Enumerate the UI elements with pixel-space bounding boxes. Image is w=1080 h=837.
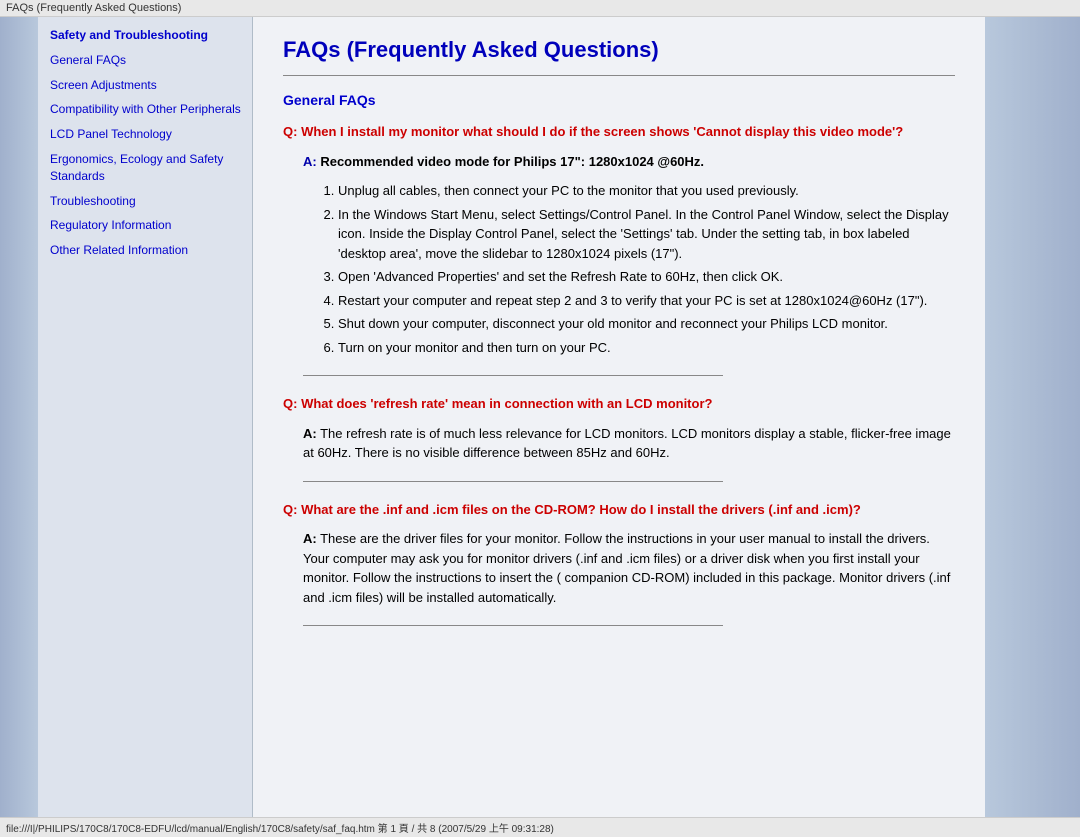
q-label: Q:: [283, 124, 297, 139]
section-divider-1: [303, 375, 723, 376]
answer-list-1: Unplug all cables, then connect your PC …: [338, 181, 955, 357]
list-item: Open 'Advanced Properties' and set the R…: [338, 267, 955, 287]
sidebar-item-compatibility[interactable]: Compatibility with Other Peripherals: [50, 101, 242, 118]
sidebar-item-other[interactable]: Other Related Information: [50, 242, 242, 259]
question-2: Q: What does 'refresh rate' mean in conn…: [283, 394, 955, 414]
list-item: Shut down your computer, disconnect your…: [338, 314, 955, 334]
main-content: FAQs (Frequently Asked Questions) Genera…: [253, 17, 985, 817]
list-item: Unplug all cables, then connect your PC …: [338, 181, 955, 201]
list-item: Restart your computer and repeat step 2 …: [338, 291, 955, 311]
a-label: A:: [303, 154, 317, 169]
sidebar-item-regulatory[interactable]: Regulatory Information: [50, 217, 242, 234]
sidebar-item-troubleshooting[interactable]: Troubleshooting: [50, 193, 242, 210]
status-bar-text: file:///I|/PHILIPS/170C8/170C8-EDFU/lcd/…: [6, 824, 554, 835]
section-divider-3: [303, 625, 723, 626]
sidebar-item-safety[interactable]: Safety and Troubleshooting: [50, 27, 242, 44]
title-bar: FAQs (Frequently Asked Questions): [0, 0, 1080, 17]
q-label: Q:: [283, 502, 297, 517]
sidebar-item-screen-adjustments[interactable]: Screen Adjustments: [50, 77, 242, 94]
right-bar: [985, 17, 1080, 817]
sidebar-item-lcd-panel[interactable]: LCD Panel Technology: [50, 126, 242, 143]
a-label: A:: [303, 531, 317, 546]
sidebar-item-general-faqs[interactable]: General FAQs: [50, 52, 242, 69]
list-item: In the Windows Start Menu, select Settin…: [338, 205, 955, 264]
answer-text-3: A: These are the driver files for your m…: [303, 529, 955, 607]
answer-text-2: A: The refresh rate is of much less rele…: [303, 424, 955, 463]
title-divider: [283, 75, 955, 76]
section-heading: General FAQs: [283, 92, 955, 108]
status-bar: file:///I|/PHILIPS/170C8/170C8-EDFU/lcd/…: [0, 817, 1080, 837]
sidebar-item-ergonomics[interactable]: Ergonomics, Ecology and Safety Standards: [50, 151, 242, 185]
page-title: FAQs (Frequently Asked Questions): [283, 37, 955, 63]
sidebar: Safety and Troubleshooting General FAQs Sc…: [38, 17, 253, 817]
left-bar: [0, 17, 38, 817]
question-3: Q: What are the .inf and .icm files on t…: [283, 500, 955, 520]
q-label: Q:: [283, 396, 297, 411]
qa-block-2: Q: What does 'refresh rate' mean in conn…: [283, 394, 955, 463]
list-item: Turn on your monitor and then turn on yo…: [338, 338, 955, 358]
answer-intro-1: A: Recommended video mode for Philips 17…: [303, 152, 955, 172]
a-label: A:: [303, 426, 317, 441]
section-divider-2: [303, 481, 723, 482]
qa-block-1: Q: When I install my monitor what should…: [283, 122, 955, 357]
qa-block-3: Q: What are the .inf and .icm files on t…: [283, 500, 955, 608]
question-1: Q: When I install my monitor what should…: [283, 122, 955, 142]
title-bar-text: FAQs (Frequently Asked Questions): [6, 2, 181, 14]
